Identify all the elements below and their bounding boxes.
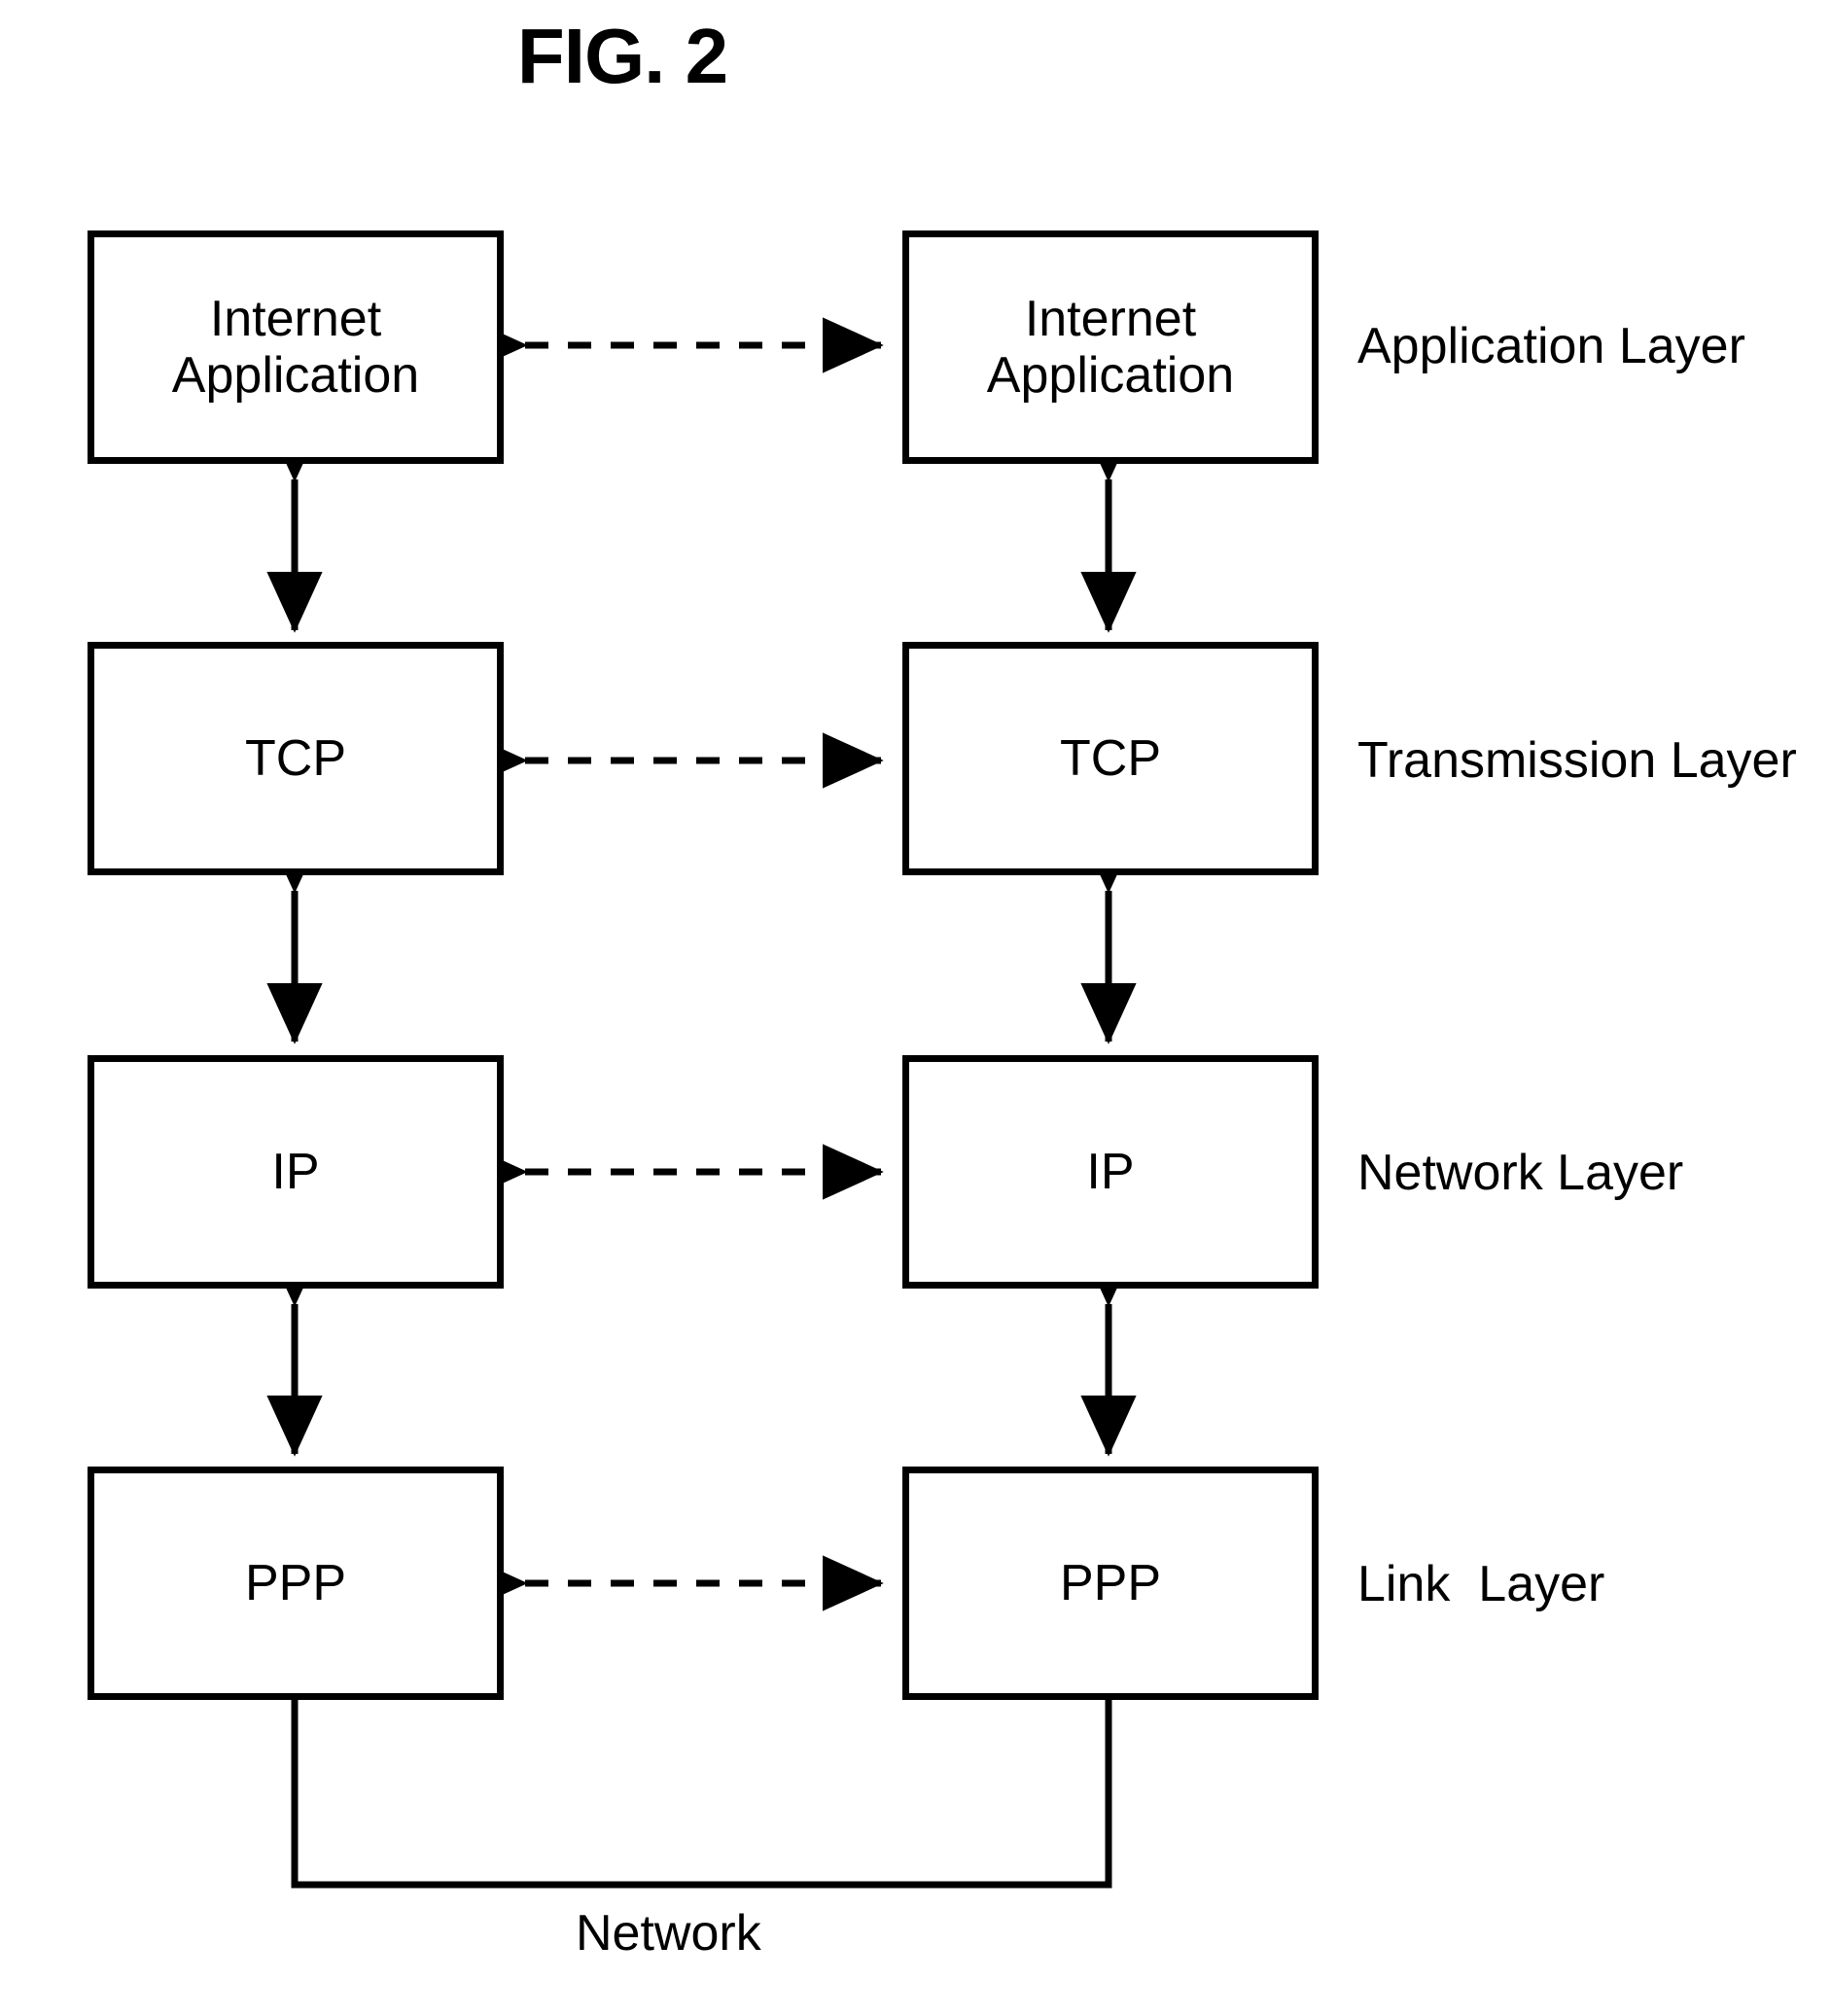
layer-label-transmission: Transmission Layer — [1357, 732, 1797, 789]
network-bus — [291, 1700, 1112, 1889]
left-application-label: Internet Application — [171, 290, 420, 404]
figure-title: FIG. 2 — [516, 13, 728, 99]
left-ppp-box[interactable]: PPP — [88, 1467, 504, 1700]
left-ppp-label: PPP — [244, 1554, 347, 1611]
right-ip-box[interactable]: IP — [902, 1055, 1319, 1289]
layer-label-network: Network Layer — [1357, 1145, 1684, 1201]
right-ppp-label: PPP — [1059, 1554, 1162, 1611]
right-tcp-label: TCP — [1060, 729, 1161, 787]
right-ip-label: IP — [1086, 1143, 1135, 1200]
network-label: Network — [576, 1905, 761, 1962]
left-ip-label: IP — [271, 1143, 320, 1200]
left-application-box[interactable]: Internet Application — [88, 230, 504, 464]
right-tcp-box[interactable]: TCP — [902, 642, 1319, 875]
left-tcp-box[interactable]: TCP — [88, 642, 504, 875]
layer-label-application: Application Layer — [1357, 318, 1745, 374]
left-ip-box[interactable]: IP — [88, 1055, 504, 1289]
right-ppp-box[interactable]: PPP — [902, 1467, 1319, 1700]
right-application-box[interactable]: Internet Application — [902, 230, 1319, 464]
left-tcp-label: TCP — [245, 729, 346, 787]
figure-root: FIG. 2 Internet Application TCP IP PPP I… — [0, 0, 1831, 2016]
layer-label-link: Link Layer — [1357, 1556, 1605, 1612]
right-application-label: Internet Application — [986, 290, 1235, 404]
